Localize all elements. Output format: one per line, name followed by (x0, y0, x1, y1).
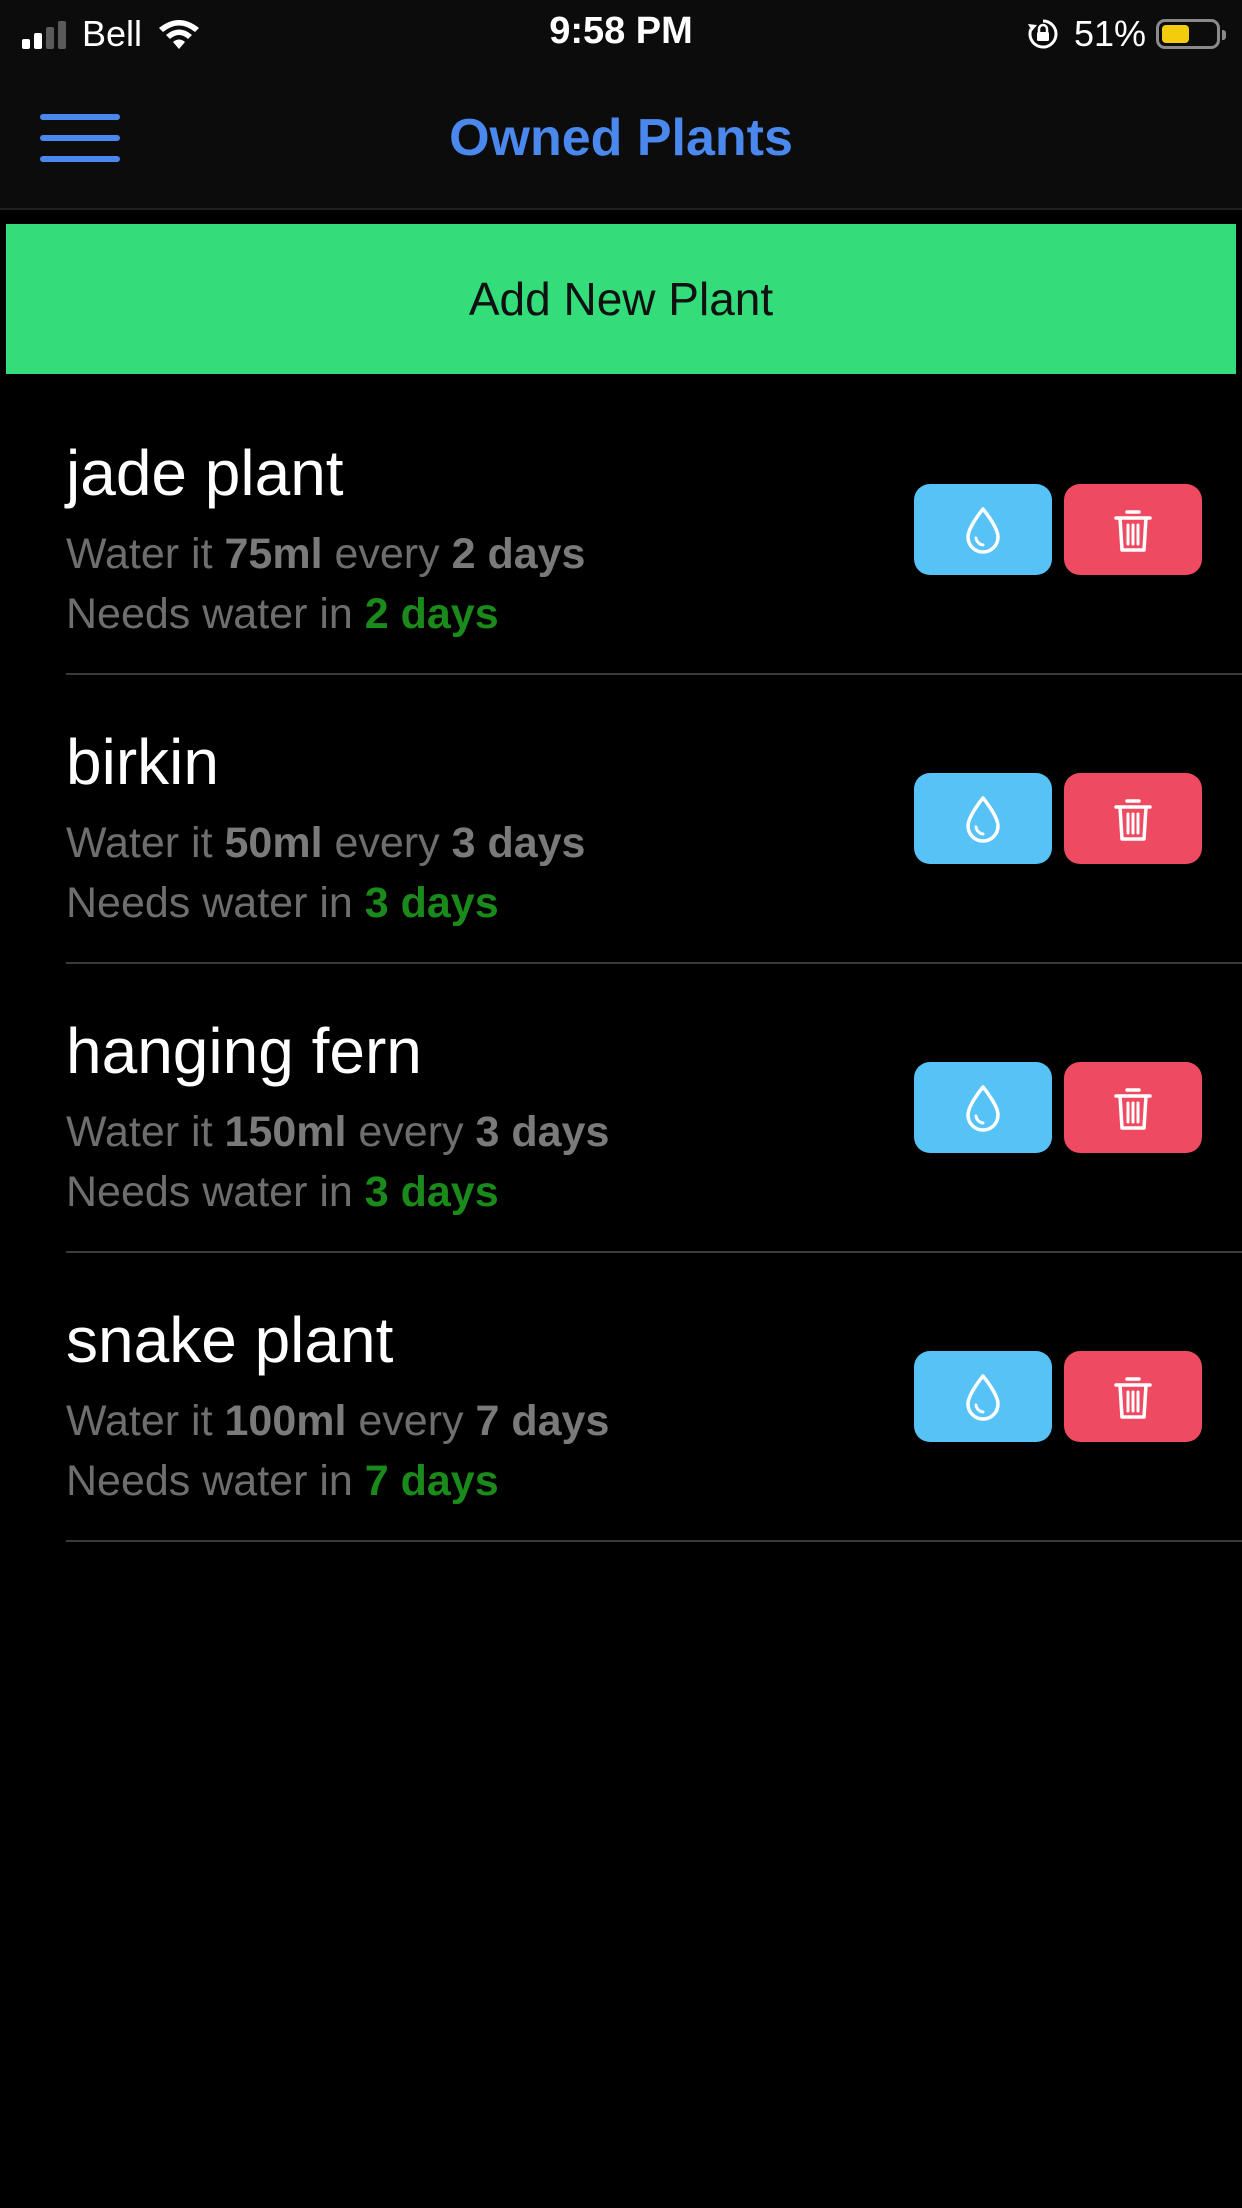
needs-water-label: Needs water in (66, 879, 353, 927)
every-label: every (358, 1397, 464, 1445)
water-drop-icon (966, 795, 1000, 843)
watering-schedule: Water it 100ml every 7 days (66, 1397, 609, 1446)
plant-row: hanging fern Water it 150ml every 3 days… (66, 964, 1242, 1253)
water-it-label: Water it (66, 1108, 213, 1156)
status-bar: Bell 9:58 PM 51% (0, 0, 1242, 68)
plant-row: snake plant Water it 100ml every 7 days … (66, 1253, 1242, 1542)
every-label: every (358, 1108, 464, 1156)
water-amount: 50ml (224, 819, 323, 867)
days-until-water: 2 days (364, 590, 499, 638)
water-interval: 3 days (475, 1108, 610, 1156)
water-drop-icon (966, 1084, 1000, 1132)
plant-name: jade plant (66, 437, 344, 509)
next-watering: Needs water in 3 days (66, 1168, 499, 1217)
status-right: 51% (1026, 12, 1226, 56)
water-plant-button[interactable] (914, 484, 1052, 575)
delete-plant-button[interactable] (1064, 1351, 1202, 1442)
every-label: every (334, 819, 440, 867)
every-label: every (334, 530, 440, 578)
days-until-water: 7 days (364, 1457, 499, 1505)
trash-icon (1114, 1376, 1152, 1419)
water-interval: 3 days (451, 819, 586, 867)
delete-plant-button[interactable] (1064, 484, 1202, 575)
battery-nub (1222, 30, 1226, 40)
trash-icon (1114, 798, 1152, 841)
nav-bar: Owned Plants (0, 68, 1242, 210)
water-it-label: Water it (66, 530, 213, 578)
watering-schedule: Water it 75ml every 2 days (66, 530, 585, 579)
trash-icon (1114, 1087, 1152, 1130)
water-it-label: Water it (66, 1397, 213, 1445)
water-interval: 2 days (451, 530, 586, 578)
plant-name: hanging fern (66, 1015, 422, 1087)
water-amount: 75ml (224, 530, 323, 578)
needs-water-label: Needs water in (66, 1457, 353, 1505)
battery-fill (1162, 25, 1189, 43)
watering-schedule: Water it 50ml every 3 days (66, 819, 585, 868)
water-drop-icon (966, 1373, 1000, 1421)
water-amount: 150ml (224, 1108, 347, 1156)
days-until-water: 3 days (364, 1168, 499, 1216)
water-plant-button[interactable] (914, 1351, 1052, 1442)
watering-schedule: Water it 150ml every 3 days (66, 1108, 609, 1157)
add-new-plant-button[interactable]: Add New Plant (6, 224, 1236, 374)
delete-plant-button[interactable] (1064, 773, 1202, 864)
rotation-lock-icon (1027, 19, 1058, 49)
plant-list: jade plant Water it 75ml every 2 days Ne… (0, 386, 1242, 1542)
delete-plant-button[interactable] (1064, 1062, 1202, 1153)
water-plant-button[interactable] (914, 773, 1052, 864)
water-plant-button[interactable] (914, 1062, 1052, 1153)
plant-name: snake plant (66, 1304, 394, 1376)
next-watering: Needs water in 7 days (66, 1457, 499, 1506)
needs-water-label: Needs water in (66, 1168, 353, 1216)
water-amount: 100ml (224, 1397, 347, 1445)
plant-row: birkin Water it 50ml every 3 days Needs … (66, 675, 1242, 964)
plant-name: birkin (66, 726, 219, 798)
water-drop-icon (966, 506, 1000, 554)
trash-icon (1114, 509, 1152, 552)
needs-water-label: Needs water in (66, 590, 353, 638)
plant-row: jade plant Water it 75ml every 2 days Ne… (66, 386, 1242, 675)
next-watering: Needs water in 3 days (66, 879, 499, 928)
next-watering: Needs water in 2 days (66, 590, 499, 639)
water-interval: 7 days (475, 1397, 610, 1445)
battery-percent: 51% (1073, 13, 1146, 54)
water-it-label: Water it (66, 819, 213, 867)
page-title: Owned Plants (449, 109, 793, 167)
battery-icon (1156, 19, 1226, 49)
days-until-water: 3 days (364, 879, 499, 927)
